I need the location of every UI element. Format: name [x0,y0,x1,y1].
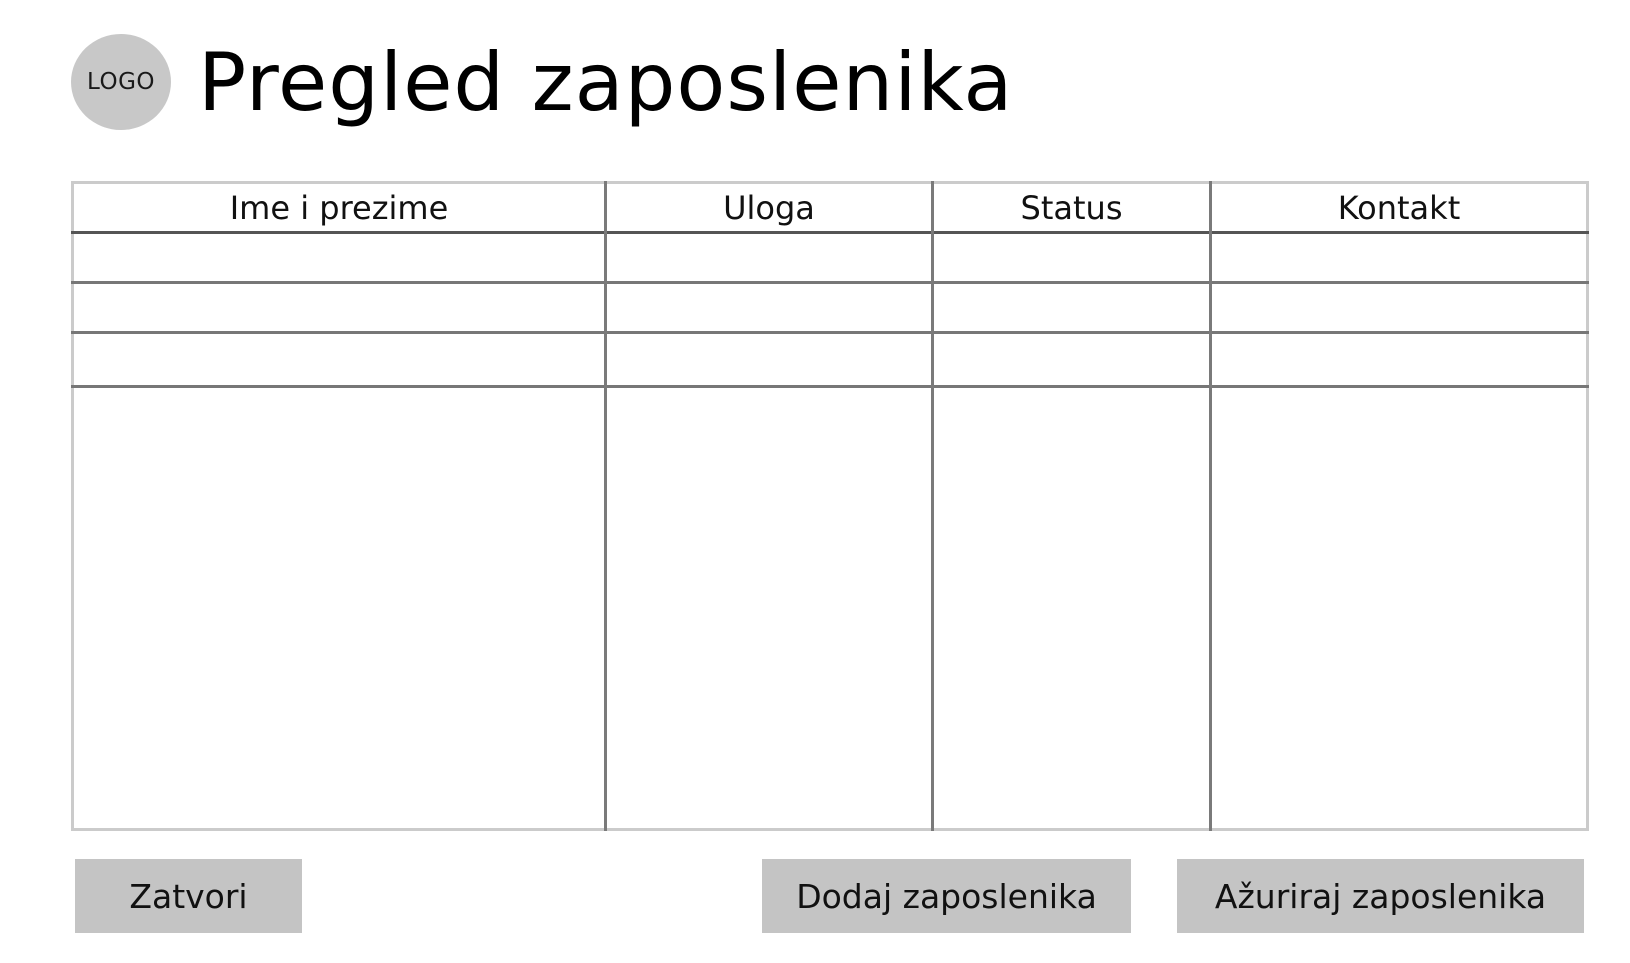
table-row[interactable] [74,285,1586,330]
table-row[interactable] [74,335,1586,384]
update-employee-button[interactable]: Ažuriraj zaposlenika [1177,859,1584,933]
header-divider [71,231,1589,234]
close-button[interactable]: Zatvori [75,859,302,933]
column-header-contact[interactable]: Kontakt [1212,184,1586,231]
add-employee-button[interactable]: Dodaj zaposlenika [762,859,1131,933]
table-row[interactable] [74,235,1586,280]
column-header-status[interactable]: Status [934,184,1209,231]
logo: LOGO [71,34,171,130]
column-divider [604,181,607,831]
column-header-role[interactable]: Uloga [607,184,931,231]
row-divider [71,385,1589,388]
page-title: Pregled zaposlenika [198,36,1014,129]
row-divider [71,281,1589,284]
logo-text: LOGO [86,69,156,95]
row-divider [71,331,1589,334]
column-header-name[interactable]: Ime i prezime [74,184,604,231]
column-divider [931,181,934,831]
column-divider [1209,181,1212,831]
